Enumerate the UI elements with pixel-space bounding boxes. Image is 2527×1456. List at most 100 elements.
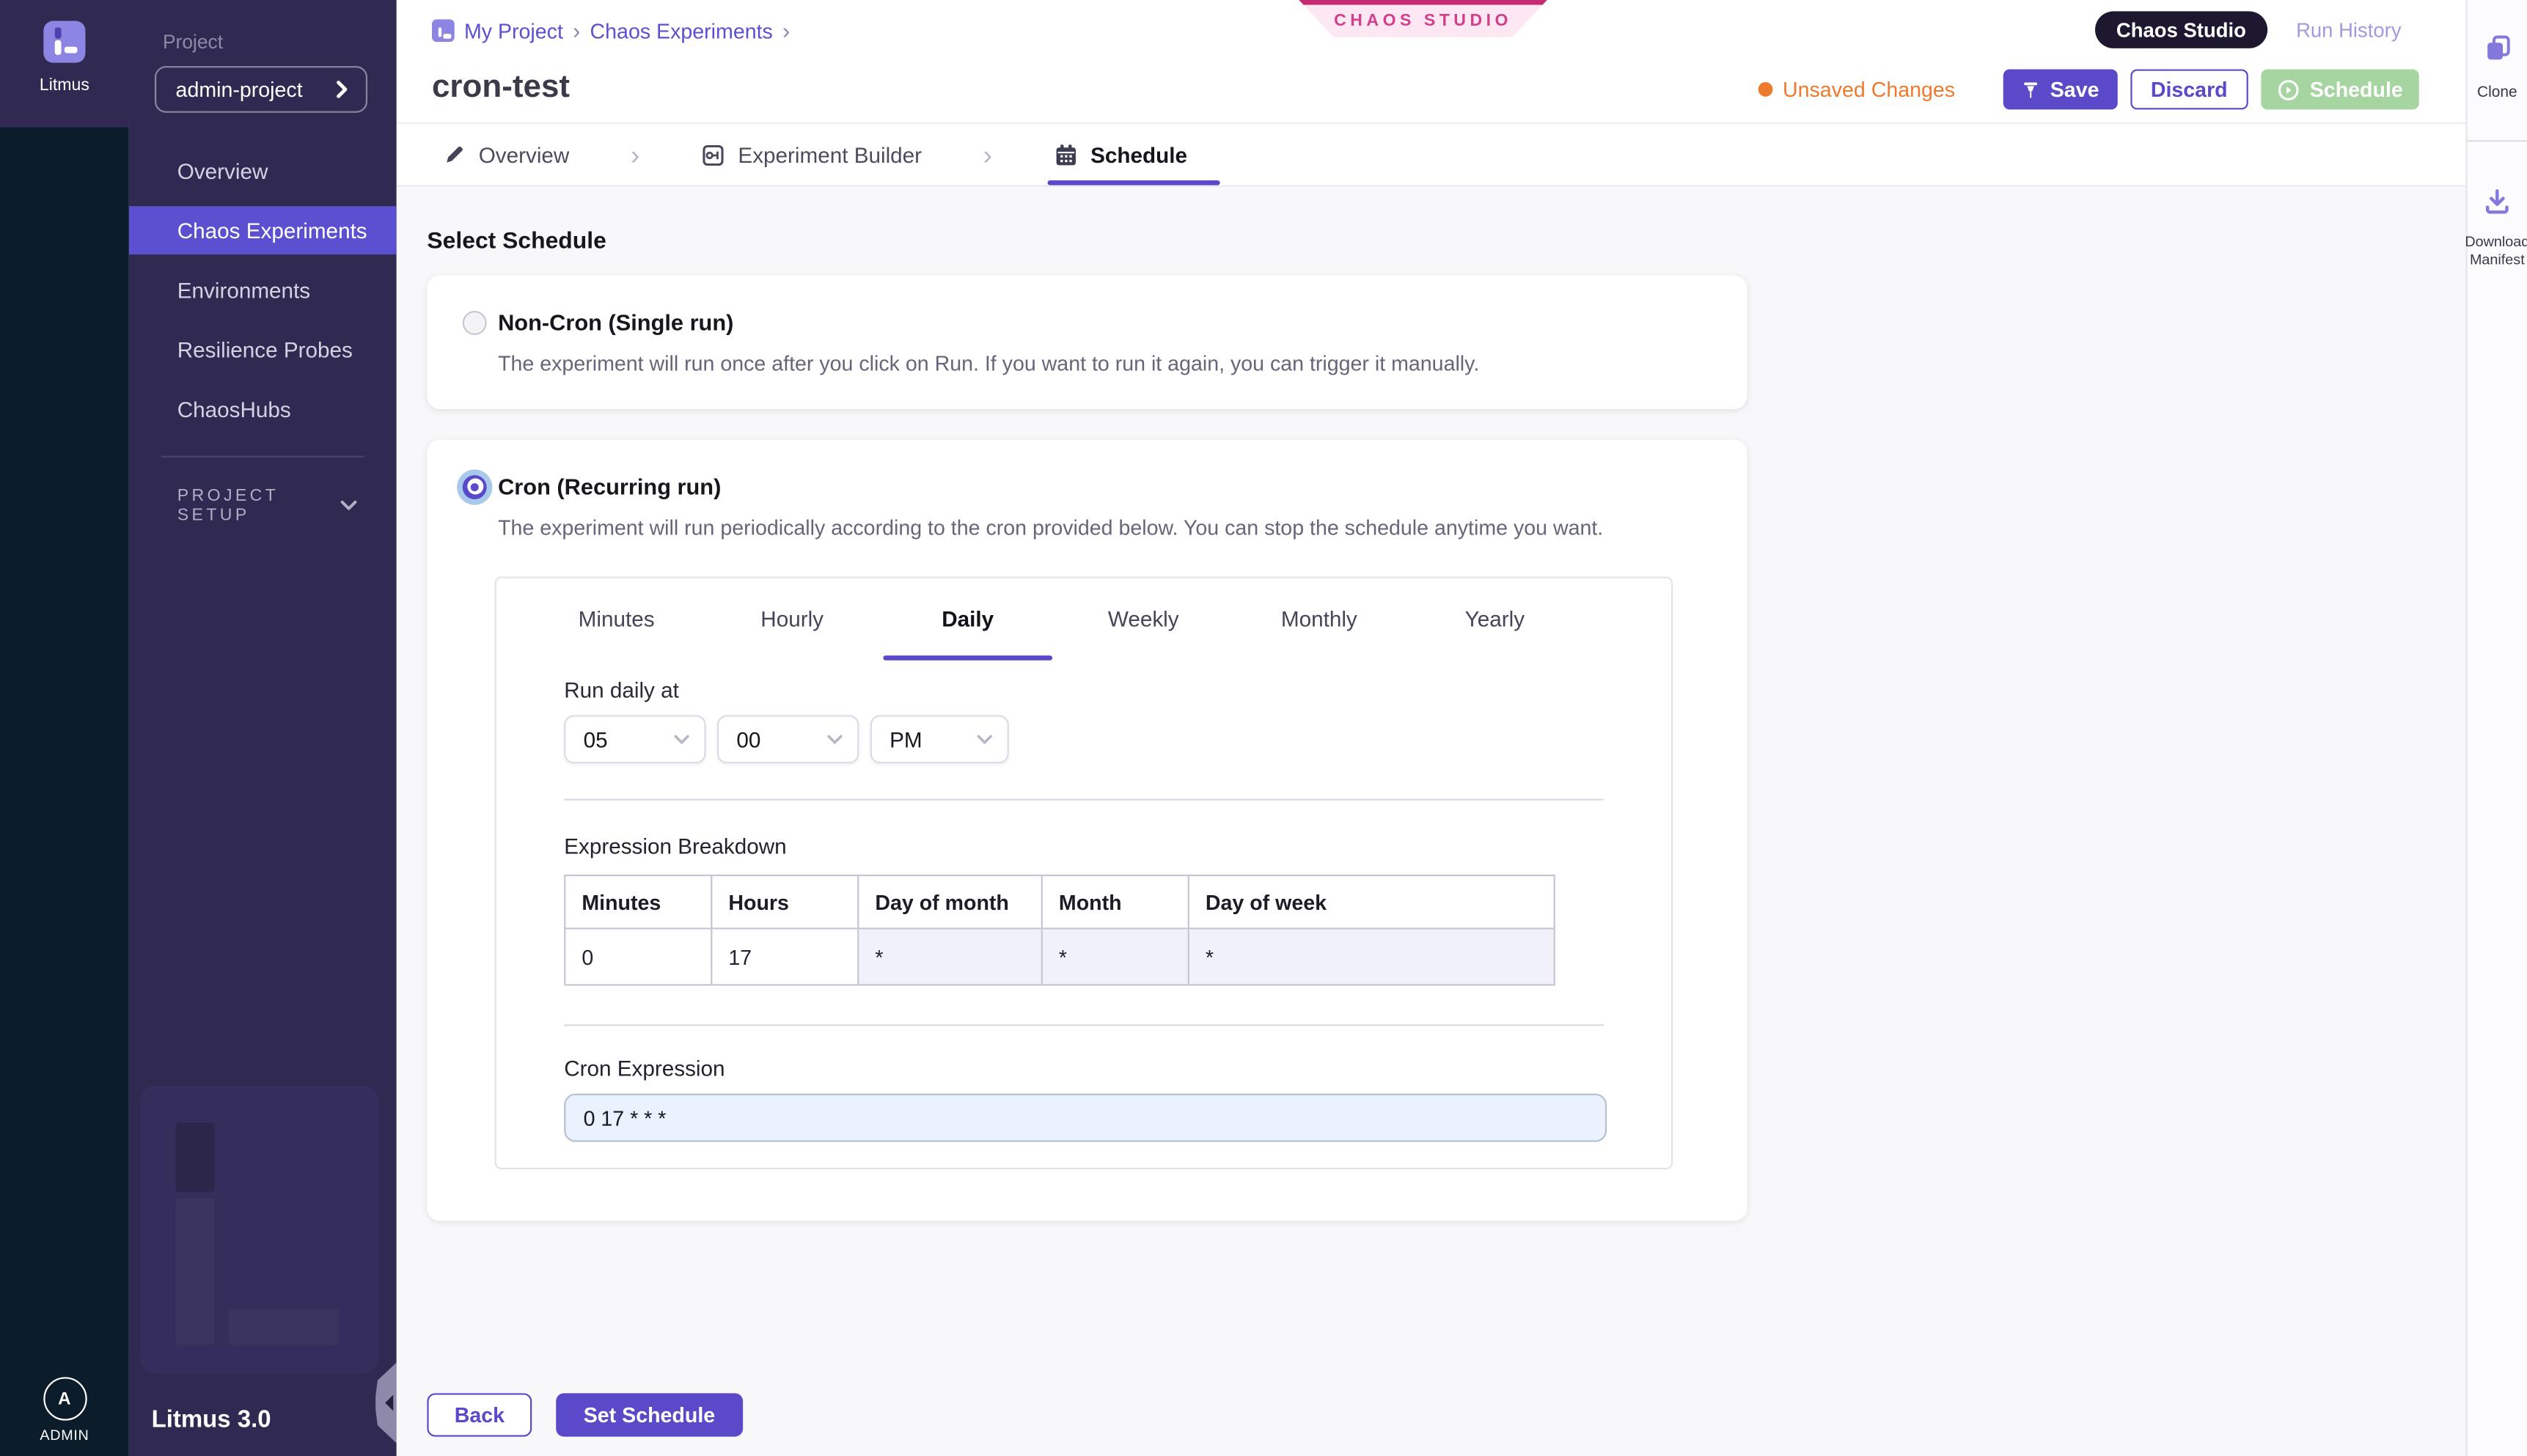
col-hours: Hours: [711, 875, 858, 928]
panel-divider: [564, 1024, 1604, 1026]
user-block[interactable]: A ADMIN: [0, 1377, 129, 1443]
litmus-logo-icon: [43, 21, 85, 63]
sidebar-collapse-button[interactable]: [375, 1363, 397, 1444]
value-hours: 17: [711, 929, 858, 985]
cron-tab-hourly[interactable]: Hourly: [704, 578, 880, 661]
unsaved-changes-status: Unsaved Changes: [1758, 77, 1955, 101]
sidebar-item-resilience-probes[interactable]: Resilience Probes: [129, 326, 397, 374]
breakdown-header-row: Minutes Hours Day of month Month Day of …: [565, 875, 1554, 928]
project-label: Project: [163, 31, 397, 54]
left-rail: Litmus A ADMIN: [0, 0, 129, 1456]
download-label-line1: Download: [2465, 234, 2527, 251]
sidebar-item-chaoshubs[interactable]: ChaosHubs: [129, 385, 397, 433]
breadcrumb-separator: ›: [573, 18, 580, 43]
footer-buttons: Back Set Schedule: [427, 1393, 2465, 1436]
brand-block: Litmus: [0, 0, 129, 128]
meridiem-select[interactable]: PM: [870, 715, 1009, 763]
minute-select[interactable]: 00: [717, 715, 859, 763]
pencil-icon: [443, 144, 466, 166]
cron-option-head: Cron (Recurring run): [463, 474, 1712, 499]
builder-icon: [701, 142, 725, 166]
cron-tab-weekly[interactable]: Weekly: [1055, 578, 1231, 661]
toggle-chaos-studio[interactable]: Chaos Studio: [2095, 11, 2267, 48]
breadcrumb-logo-icon: [432, 19, 455, 42]
chaos-studio-badge-label: CHAOS STUDIO: [1334, 7, 1512, 30]
tab-schedule-label: Schedule: [1090, 142, 1187, 166]
clone-label[interactable]: Clone: [2477, 84, 2517, 101]
sidebar-item-environments[interactable]: Environments: [129, 265, 397, 314]
toggle-run-history[interactable]: Run History: [2296, 18, 2402, 41]
tab-separator-icon: ›: [631, 141, 639, 168]
back-label: Back: [455, 1402, 505, 1427]
cron-tab-minutes[interactable]: Minutes: [529, 578, 705, 661]
page-title: cron-test: [432, 69, 570, 106]
chevron-down-icon: [826, 734, 843, 745]
set-schedule-label: Set Schedule: [584, 1402, 715, 1427]
save-button[interactable]: Save: [2003, 69, 2117, 109]
save-label: Save: [2050, 77, 2099, 101]
breadcrumb-chaos-experiments[interactable]: Chaos Experiments: [590, 18, 773, 43]
non-cron-option-card[interactable]: Non-Cron (Single run) The experiment wil…: [427, 276, 1747, 409]
hour-select[interactable]: 05: [564, 715, 705, 763]
value-day-of-month: *: [858, 929, 1042, 985]
cron-title: Cron (Recurring run): [498, 474, 721, 499]
view-toggle: Chaos Studio Run History: [2095, 11, 2401, 48]
panel-divider: [564, 799, 1604, 801]
main-area: My Project › Chaos Experiments › CHAOS S…: [397, 0, 2466, 1456]
sidebar-divider: [161, 456, 364, 457]
schedule-content: Select Schedule Non-Cron (Single run) Th…: [397, 187, 2466, 1456]
value-minutes: 0: [565, 929, 711, 985]
time-selects: 05 00 PM: [564, 715, 1671, 763]
set-schedule-button[interactable]: Set Schedule: [556, 1393, 742, 1436]
cron-tab-yearly[interactable]: Yearly: [1407, 578, 1583, 661]
project-selector[interactable]: admin-project: [155, 66, 367, 113]
app-window: Litmus A ADMIN Project admin-project Ove…: [0, 0, 2527, 1456]
chaos-studio-badge: CHAOS STUDIO: [1299, 0, 1547, 37]
non-cron-radio[interactable]: [463, 310, 487, 334]
tab-experiment-builder[interactable]: Experiment Builder: [701, 124, 922, 185]
cron-radio[interactable]: [463, 474, 487, 499]
back-button[interactable]: Back: [427, 1393, 532, 1436]
utility-divider: [2467, 140, 2527, 141]
tab-schedule[interactable]: Schedule: [1054, 124, 1187, 185]
user-name: ADMIN: [40, 1427, 89, 1443]
sidebar-nav: Overview Chaos Experiments Environments …: [129, 147, 397, 433]
chevron-down-icon: [674, 734, 690, 745]
minute-select-value: 00: [736, 727, 760, 751]
breadcrumb-my-project[interactable]: My Project: [464, 18, 563, 43]
version-label: Litmus 3.0: [152, 1406, 271, 1433]
breakdown-value-row: 0 17 * * *: [565, 929, 1554, 985]
unsaved-dot-icon: [1758, 82, 1773, 97]
breadcrumb-separator: ›: [782, 18, 790, 43]
litmus-watermark: [140, 1086, 378, 1374]
sidebar-item-overview[interactable]: Overview: [129, 147, 397, 195]
schedule-button-disabled[interactable]: Schedule: [2262, 69, 2419, 109]
clone-icon[interactable]: [2483, 34, 2512, 63]
cron-description: The experiment will run periodically acc…: [498, 515, 1712, 540]
tab-overview[interactable]: Overview: [443, 124, 569, 185]
header-actions: Unsaved Changes Save Discard Schedule: [1758, 69, 2419, 109]
tab-experiment-builder-label: Experiment Builder: [738, 142, 922, 166]
download-label-line2: Manifest: [2465, 251, 2527, 269]
project-selector-value: admin-project: [176, 77, 303, 101]
download-manifest-label: Download Manifest: [2465, 234, 2527, 269]
schedule-label: Schedule: [2310, 77, 2403, 101]
sidebar: Project admin-project Overview Chaos Exp…: [129, 0, 397, 1456]
tab-overview-label: Overview: [479, 142, 570, 166]
value-day-of-week: *: [1189, 929, 1555, 985]
calendar-icon: [1054, 142, 1078, 166]
avatar[interactable]: A: [43, 1377, 86, 1420]
discard-button[interactable]: Discard: [2130, 69, 2248, 109]
chevron-right-icon: [335, 81, 350, 98]
cron-expression-input[interactable]: 0 17 * * *: [564, 1094, 1607, 1142]
chevron-down-icon: [977, 734, 993, 745]
non-cron-title: Non-Cron (Single run): [498, 309, 733, 335]
sidebar-item-chaos-experiments[interactable]: Chaos Experiments: [129, 206, 397, 254]
run-daily-at-label: Run daily at: [564, 678, 1671, 702]
download-manifest[interactable]: Download Manifest: [2465, 187, 2527, 269]
cron-tab-monthly[interactable]: Monthly: [1231, 578, 1407, 661]
cron-tab-daily[interactable]: Daily: [880, 578, 1056, 661]
project-setup-toggle[interactable]: PROJECT SETUP: [177, 486, 358, 525]
discard-label: Discard: [2151, 77, 2228, 101]
experiment-tabbar: Overview › Experiment Builder › Schedule: [397, 124, 2466, 187]
